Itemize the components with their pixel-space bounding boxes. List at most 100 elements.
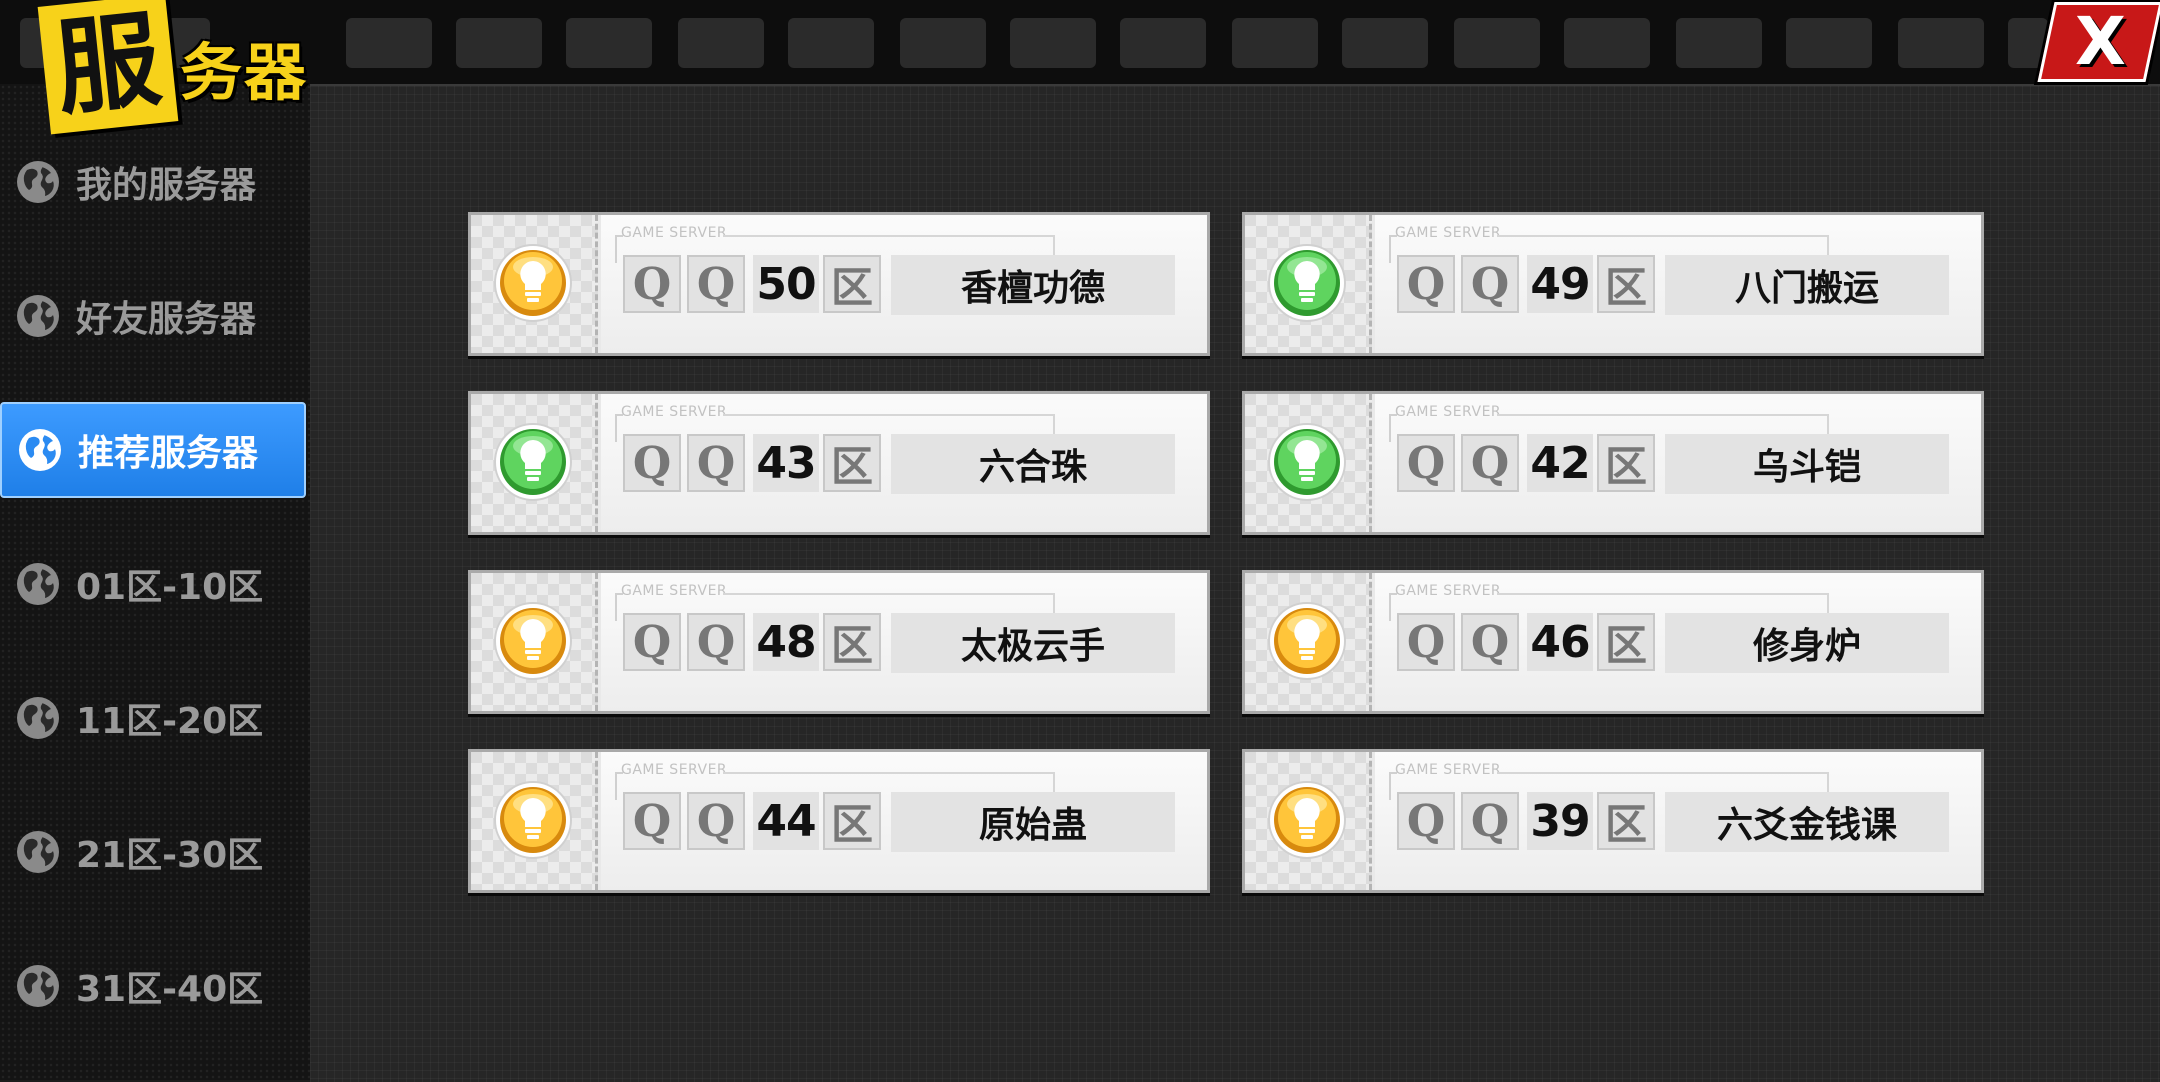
sidebar-item[interactable]: 21区-30区 [0, 804, 306, 900]
sidebar-item-label: 我的服务器 [76, 165, 257, 206]
globe-icon [14, 962, 62, 1010]
server-name: 六合珠 [891, 434, 1175, 494]
strip-square [1232, 18, 1318, 68]
globe-icon [14, 560, 62, 608]
globe-icon [14, 158, 62, 206]
yellow-lightbulb-icon [493, 601, 573, 681]
server-card[interactable]: GAME SERVER Q Q 49 区 八门搬运 [1242, 212, 1984, 356]
green-lightbulb-icon [1267, 243, 1347, 323]
server-number: 49 [1527, 255, 1593, 313]
game-server-label: GAME SERVER [1395, 583, 1502, 599]
server-name: 乌斗铠 [1665, 434, 1949, 494]
q-letter: Q [687, 792, 745, 850]
sidebar-item[interactable]: 推荐服务器 [0, 402, 306, 498]
zone-char: 区 [1597, 434, 1655, 492]
strip-square [1898, 18, 1984, 68]
globe-icon [14, 694, 62, 742]
globe-icon [14, 292, 62, 340]
card-body: GAME SERVER Q Q 49 区 八门搬运 [1375, 215, 1981, 353]
server-name: 原始蛊 [891, 792, 1175, 852]
card-status-panel [471, 394, 598, 532]
server-card[interactable]: GAME SERVER Q Q 44 区 原始蛊 [468, 749, 1210, 893]
sidebar-item[interactable]: 我的服务器 [0, 134, 306, 230]
strip-square [566, 18, 652, 68]
strip-square [1786, 18, 1872, 68]
strip-square [1342, 18, 1428, 68]
game-server-label: GAME SERVER [621, 225, 728, 241]
zone-char: 区 [1597, 792, 1655, 850]
q-letter: Q [1397, 255, 1455, 313]
sidebar-item-label: 11区-20区 [76, 701, 264, 742]
card-body: GAME SERVER Q Q 43 区 六合珠 [601, 394, 1207, 532]
q-letter: Q [1461, 434, 1519, 492]
server-card[interactable]: GAME SERVER Q Q 50 区 香檀功德 [468, 212, 1210, 356]
q-letter: Q [623, 613, 681, 671]
server-card[interactable]: GAME SERVER Q Q 48 区 太极云手 [468, 570, 1210, 714]
server-name: 六爻金钱课 [1665, 792, 1949, 852]
zone-char: 区 [1597, 613, 1655, 671]
card-body: GAME SERVER Q Q 46 区 修身炉 [1375, 573, 1981, 711]
server-number: 50 [753, 255, 819, 313]
game-server-label: GAME SERVER [1395, 762, 1502, 778]
sidebar-item[interactable]: 11区-20区 [0, 670, 306, 766]
game-server-label: GAME SERVER [1395, 404, 1502, 420]
q-letter: Q [687, 434, 745, 492]
game-server-label: GAME SERVER [621, 583, 728, 599]
close-button[interactable]: X [2037, 2, 2160, 82]
strip-square [788, 18, 874, 68]
card-body: GAME SERVER Q Q 50 区 香檀功德 [601, 215, 1207, 353]
q-letter: Q [623, 792, 681, 850]
server-number: 39 [1527, 792, 1593, 850]
strip-square [1454, 18, 1540, 68]
server-name: 修身炉 [1665, 613, 1949, 673]
strip-square [900, 18, 986, 68]
strip-square [1120, 18, 1206, 68]
server-card[interactable]: GAME SERVER Q Q 46 区 修身炉 [1242, 570, 1984, 714]
sidebar-item-label: 31区-40区 [76, 969, 264, 1010]
zone-char: 区 [1597, 255, 1655, 313]
q-letter: Q [1461, 613, 1519, 671]
zone-char: 区 [823, 434, 881, 492]
globe-icon [14, 828, 62, 876]
card-body: GAME SERVER Q Q 39 区 六爻金钱课 [1375, 752, 1981, 890]
card-body: GAME SERVER Q Q 44 区 原始蛊 [601, 752, 1207, 890]
card-status-panel [471, 215, 598, 353]
globe-icon [16, 426, 64, 474]
card-status-panel [471, 752, 598, 890]
strip-square [1676, 18, 1762, 68]
q-letter: Q [687, 613, 745, 671]
game-server-label: GAME SERVER [621, 762, 728, 778]
yellow-lightbulb-icon [493, 243, 573, 323]
sidebar-item-label: 推荐服务器 [78, 433, 259, 474]
server-card[interactable]: GAME SERVER Q Q 39 区 六爻金钱课 [1242, 749, 1984, 893]
card-status-panel [1245, 573, 1372, 711]
title-text: 务器 [180, 36, 309, 109]
server-number: 48 [753, 613, 819, 671]
server-card[interactable]: GAME SERVER Q Q 42 区 乌斗铠 [1242, 391, 1984, 535]
strip-square [456, 18, 542, 68]
close-icon: X [2074, 3, 2126, 80]
game-server-label: GAME SERVER [621, 404, 728, 420]
sidebar-item[interactable]: 31区-40区 [0, 938, 306, 1034]
q-letter: Q [687, 255, 745, 313]
title-badge: 服 [37, 0, 179, 135]
server-name: 太极云手 [891, 613, 1175, 673]
q-letter: Q [623, 434, 681, 492]
server-number: 43 [753, 434, 819, 492]
server-number: 44 [753, 792, 819, 850]
yellow-lightbulb-icon [1267, 601, 1347, 681]
card-status-panel [1245, 215, 1372, 353]
sidebar-item[interactable]: 01区-10区 [0, 536, 306, 632]
sidebar-item[interactable]: 好友服务器 [0, 268, 306, 364]
server-card[interactable]: GAME SERVER Q Q 43 区 六合珠 [468, 391, 1210, 535]
yellow-lightbulb-icon [493, 780, 573, 860]
strip-square [678, 18, 764, 68]
q-letter: Q [1461, 255, 1519, 313]
card-body: GAME SERVER Q Q 42 区 乌斗铠 [1375, 394, 1981, 532]
green-lightbulb-icon [493, 422, 573, 502]
server-number: 42 [1527, 434, 1593, 492]
zone-char: 区 [823, 613, 881, 671]
q-letter: Q [1461, 792, 1519, 850]
strip-square [1564, 18, 1650, 68]
green-lightbulb-icon [1267, 422, 1347, 502]
